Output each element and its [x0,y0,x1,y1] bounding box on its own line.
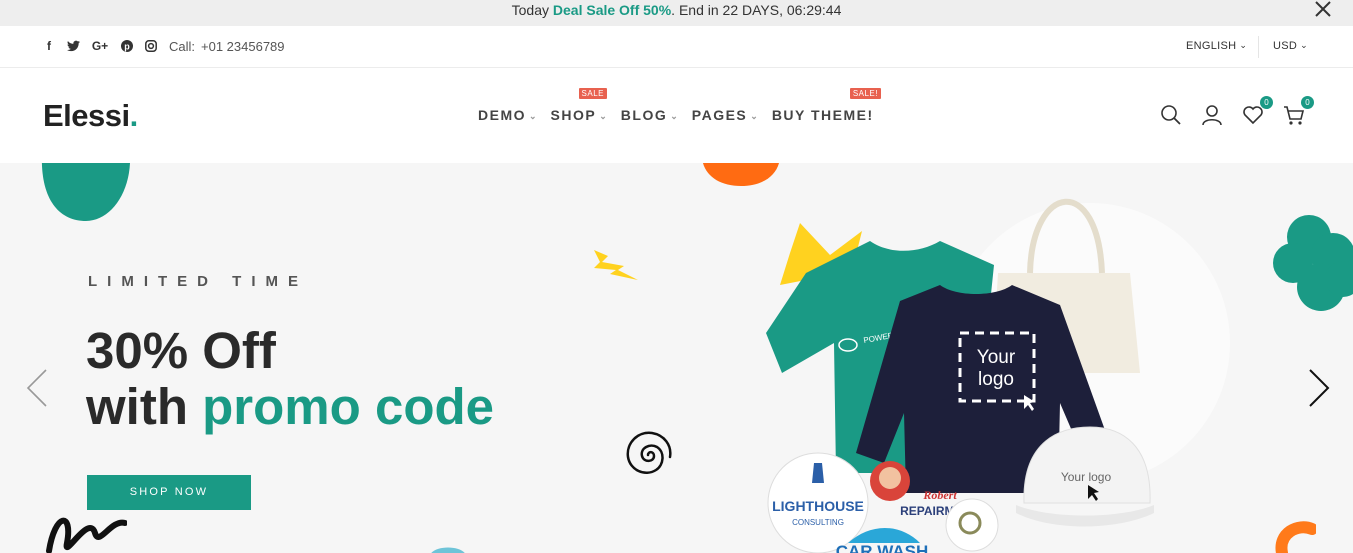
currency-select[interactable]: USD ⌄ [1273,40,1308,52]
close-icon[interactable] [1313,0,1333,20]
promo-bar: Today Deal Sale Off 50%. End in 22 DAYS,… [0,0,1353,26]
search-icon[interactable] [1160,104,1182,126]
language-select[interactable]: ENGLISH ⌄ [1186,40,1247,52]
orange-arc-shape [1275,521,1316,553]
merchandise-illustration: POWER Your logo Your logo LIGHTHOUSE CON… [766,198,1230,553]
chevron-down-icon: ⌄ [1239,40,1248,50]
chevron-down-icon: ⌄ [1300,40,1308,50]
wishlist-icon[interactable]: 0 [1242,96,1273,126]
promo-suffix: . End in 22 DAYS, 06:29:44 [671,2,842,18]
headline-line-2: with promo code [86,379,494,435]
google-plus-icon[interactable]: G+ [90,39,110,53]
chevron-down-icon: ⌄ [670,111,678,121]
wishlist-count: 0 [1260,96,1273,109]
chevron-right-icon[interactable] [1306,368,1330,408]
hero-headline: 30% Off with promo code [86,323,494,435]
chevron-left-icon[interactable] [24,368,48,408]
site-header: Elessi. DEMO ⌄ SALE SHOP ⌄ BLOG ⌄ PAGES ⌄ SAL… [0,68,1353,163]
logo-dot: . [129,98,139,133]
nav-item-pages[interactable]: PAGES ⌄ [692,107,758,123]
yellow-bolt-shape [594,250,638,280]
nav-label: SHOP [550,107,597,123]
header-actions: 0 0 [1160,96,1314,126]
headline-line-1: 30% Off [86,322,276,379]
call-info: Call: +01 23456789 [169,39,285,54]
teal-flower-shape [1273,215,1353,311]
language-value: ENGLISH [1186,40,1237,52]
nav-label: DEMO [478,107,526,123]
blue-dot-shape [431,547,465,553]
sale-badge: SALE [578,88,608,99]
chevron-down-icon: ⌄ [599,111,607,121]
nav-item-demo[interactable]: DEMO ⌄ [478,107,537,123]
logo-text: Elessi [43,98,130,133]
nav-item-blog[interactable]: BLOG ⌄ [621,107,678,123]
sweatshirt-print-line-1: Your [977,347,1016,368]
sticker-lighthouse-text: LIGHTHOUSE [772,498,864,514]
promo-highlight[interactable]: Deal Sale Off 50% [553,2,671,18]
cart-count: 0 [1301,96,1314,109]
promo-prefix: Today [511,2,553,18]
headline-prefix: with [86,378,203,435]
chevron-down-icon: ⌄ [750,111,758,121]
headline-accent: promo code [202,378,495,435]
sweatshirt-print-line-2: logo [978,369,1014,390]
twitter-icon[interactable] [66,39,80,53]
hero-eyebrow: LIMITED TIME [88,273,308,290]
sticker-lighthouse-sub: CONSULTING [792,518,844,527]
user-icon[interactable] [1201,104,1223,126]
pinterest-icon[interactable]: p [120,39,134,53]
black-scribble-shape [46,517,127,553]
currency-value: USD [1273,40,1298,52]
shop-now-button[interactable]: SHOP NOW [87,475,251,510]
chevron-down-icon: ⌄ [529,111,537,121]
nav-label: BLOG [620,107,668,123]
social-links: f G+ p [42,39,158,53]
main-nav: DEMO ⌄ SALE SHOP ⌄ BLOG ⌄ PAGES ⌄ SALE! BUY TH… [478,88,881,123]
svg-text:p: p [124,42,130,52]
nav-label: PAGES [691,107,748,123]
instagram-icon[interactable] [144,39,158,53]
sale-badge: SALE! [849,88,881,99]
cap-print-text: Your logo [1061,470,1112,484]
call-label: Call: [169,39,196,54]
nav-item-buy-theme[interactable]: SALE! BUY THEME! [771,88,881,123]
facebook-icon[interactable]: f [42,39,56,53]
divider [1258,36,1259,58]
spiral-shape [626,431,672,474]
teal-blob-shape [41,163,130,221]
phone-number[interactable]: +01 23456789 [201,39,285,54]
sticker-carwash-text: CAR WASH [836,542,929,553]
utility-bar: f G+ p Call: +01 23456789 ENGLISH ⌄ USD ⌄ [0,26,1353,68]
nav-label: BUY THEME! [771,107,874,123]
cart-icon[interactable]: 0 [1283,96,1314,126]
site-logo[interactable]: Elessi. [43,98,138,134]
sticker-robert-text: Robert [922,488,957,502]
nav-item-shop[interactable]: SALE SHOP ⌄ [550,88,608,123]
hero-banner: LIMITED TIME 30% Off with promo code SHO… [0,163,1353,553]
